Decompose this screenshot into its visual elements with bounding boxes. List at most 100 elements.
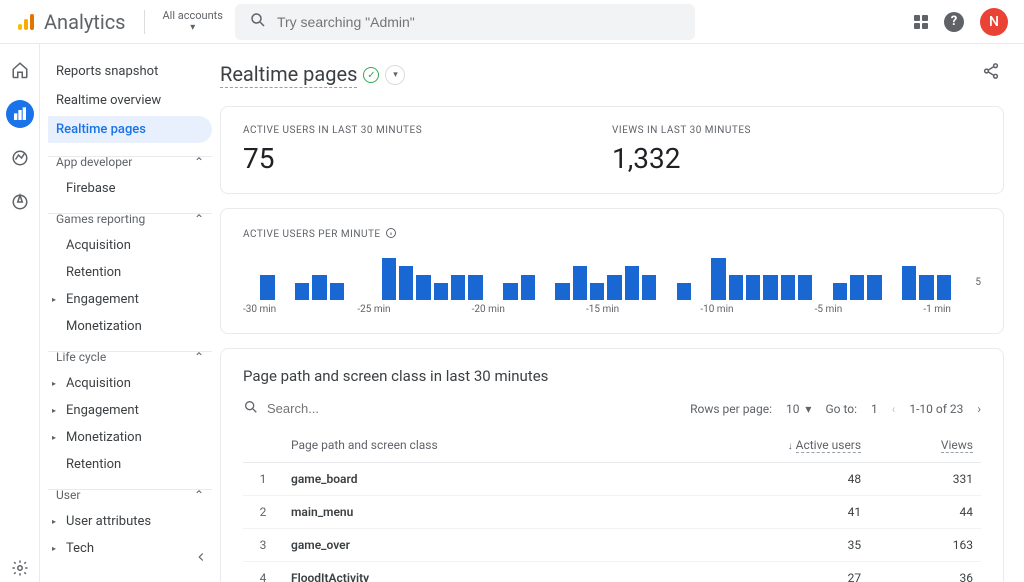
- accounts-label: All accounts: [163, 10, 223, 22]
- x-axis-tick: -20 min: [472, 304, 505, 315]
- info-icon[interactable]: [385, 227, 397, 242]
- chart-card: ACTIVE USERS PER MINUTE 5 -30 min-25 min…: [220, 208, 1004, 334]
- expand-icon: ▸: [52, 295, 60, 304]
- sidebar-item[interactable]: Retention: [48, 451, 212, 478]
- chevron-down-icon: ▾: [190, 22, 195, 33]
- verified-icon: [363, 67, 379, 83]
- table-controls: Rows per page: 10 ▾ Go to: 1 ‹ 1-10 of 2…: [243, 399, 981, 418]
- rail-advertising[interactable]: [6, 188, 34, 216]
- product-name: Analytics: [44, 10, 126, 34]
- page-range: 1-10 of 23: [909, 402, 963, 416]
- sidebar-section-header[interactable]: App developer⌃: [48, 145, 212, 175]
- chart-bar: [902, 266, 916, 300]
- table-row[interactable]: 2main_menu4144: [243, 496, 981, 529]
- avatar[interactable]: N: [980, 8, 1008, 36]
- sidebar-item[interactable]: Reports snapshot: [48, 58, 212, 85]
- expand-icon: ▸: [52, 406, 60, 415]
- chart-bar: [746, 275, 760, 300]
- sidebar-item[interactable]: ▸Engagement: [48, 286, 212, 313]
- x-axis-tick: -5 min: [815, 304, 843, 315]
- help-icon[interactable]: ?: [944, 12, 964, 32]
- chart-bar: [451, 275, 465, 300]
- x-axis-tick: -10 min: [700, 304, 733, 315]
- goto-label: Go to:: [825, 402, 857, 416]
- col-views[interactable]: Views: [869, 428, 981, 463]
- metric-value: 75: [243, 142, 612, 175]
- sidebar-item[interactable]: ▸Engagement: [48, 397, 212, 424]
- account-switcher[interactable]: All accounts ▾: [163, 10, 223, 33]
- chevron-up-icon: ⌃: [194, 155, 204, 169]
- rail-home[interactable]: [6, 56, 34, 84]
- chart-bar: [468, 275, 482, 300]
- rail-reports[interactable]: [6, 100, 34, 128]
- chart-bar: [503, 283, 517, 300]
- col-index: [243, 428, 283, 463]
- search-icon: [243, 399, 259, 418]
- col-path[interactable]: Page path and screen class: [283, 428, 661, 463]
- chart-bar: [729, 275, 743, 300]
- sidebar-item[interactable]: ▸User attributes: [48, 508, 212, 535]
- rows-per-page-select[interactable]: 10 ▾: [786, 402, 811, 416]
- expand-icon: ▸: [52, 433, 60, 442]
- table-search-input[interactable]: [267, 401, 443, 416]
- chevron-up-icon: ⌃: [194, 350, 204, 364]
- sidebar-item[interactable]: Realtime pages: [48, 116, 212, 143]
- goto-input[interactable]: 1: [871, 402, 878, 416]
- rail-explore[interactable]: [6, 144, 34, 172]
- next-page-button[interactable]: ›: [977, 402, 981, 416]
- expand-icon: ▸: [52, 544, 60, 553]
- app-header: Analytics All accounts ▾ ? N: [0, 0, 1024, 44]
- chart-bar: [260, 275, 274, 300]
- main-content: Realtime pages ▾ ACTIVE USERS IN LAST 30…: [220, 44, 1024, 582]
- page-menu-button[interactable]: ▾: [385, 65, 405, 85]
- table-row[interactable]: 1game_board48331: [243, 463, 981, 496]
- sidebar-item[interactable]: Realtime overview: [48, 87, 212, 114]
- collapse-sidebar-button[interactable]: [194, 550, 208, 568]
- chart-bar: [555, 283, 569, 300]
- search-box[interactable]: [235, 4, 695, 40]
- chart-bar: [919, 275, 933, 300]
- metric-label: ACTIVE USERS IN LAST 30 MINUTES: [243, 125, 612, 136]
- sidebar-item[interactable]: ▸Tech: [48, 535, 212, 562]
- rail-admin[interactable]: [6, 554, 34, 582]
- nav-rail: [0, 44, 40, 582]
- chart-bar: [399, 266, 413, 300]
- analytics-logo-icon: [16, 12, 36, 32]
- sidebar-item[interactable]: ▸Monetization: [48, 424, 212, 451]
- chart-bar: [781, 275, 795, 300]
- chart-bar: [295, 283, 309, 300]
- logo[interactable]: Analytics: [16, 10, 126, 34]
- expand-icon: ▸: [52, 379, 60, 388]
- table-row[interactable]: 3game_over35163: [243, 529, 981, 562]
- chart-bar: [416, 275, 430, 300]
- chevron-up-icon: ⌃: [194, 212, 204, 226]
- sidebar-item[interactable]: Retention: [48, 259, 212, 286]
- chart-bar: [590, 283, 604, 300]
- chart-bar: [625, 266, 639, 300]
- share-icon[interactable]: [982, 62, 1000, 84]
- table-search[interactable]: [243, 399, 680, 418]
- prev-page-button[interactable]: ‹: [892, 402, 896, 416]
- chart-bar: [763, 275, 777, 300]
- chart-bar: [330, 283, 344, 300]
- metric-value: 1,332: [612, 142, 981, 175]
- search-input[interactable]: [277, 14, 681, 30]
- x-axis-tick: -30 min: [243, 304, 276, 315]
- apps-icon[interactable]: [914, 15, 928, 29]
- sidebar-item[interactable]: Monetization: [48, 313, 212, 340]
- page-title: Realtime pages: [220, 62, 357, 88]
- table-title: Page path and screen class in last 30 mi…: [243, 367, 981, 385]
- col-active-users[interactable]: ↓ Active users: [661, 428, 869, 463]
- sidebar-item[interactable]: Acquisition: [48, 232, 212, 259]
- data-table: Page path and screen class ↓ Active user…: [243, 428, 981, 582]
- chart-bar: [312, 275, 326, 300]
- chart-bar: [677, 283, 691, 300]
- sidebar-item[interactable]: Firebase: [48, 175, 212, 202]
- sidebar-item[interactable]: ▸Acquisition: [48, 370, 212, 397]
- divider: [144, 10, 145, 34]
- sidebar-section-header[interactable]: Games reporting⌃: [48, 202, 212, 232]
- sidebar-section-header[interactable]: Life cycle⌃: [48, 340, 212, 370]
- sidebar-section-header[interactable]: User⌃: [48, 478, 212, 508]
- table-row[interactable]: 4FloodItActivity2736: [243, 562, 981, 582]
- metric-views: VIEWS IN LAST 30 MINUTES 1,332: [612, 125, 981, 175]
